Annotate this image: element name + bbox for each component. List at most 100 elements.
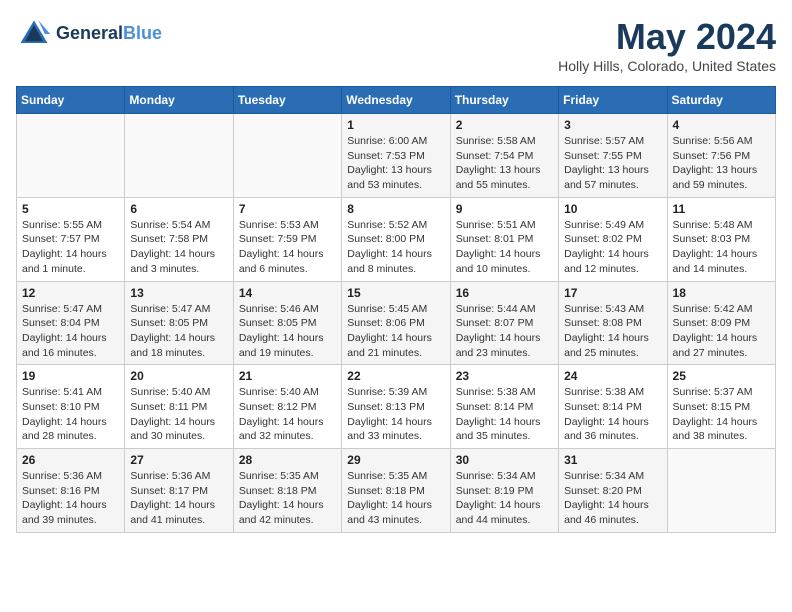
calendar-cell: 1Sunrise: 6:00 AMSunset: 7:53 PMDaylight… <box>342 114 450 198</box>
calendar-cell: 23 Sunrise: 5:38 AMSunset: 8:14 PMDayligh… <box>450 365 558 449</box>
day-number: 6 <box>130 202 227 216</box>
calendar-cell: 27 Sunrise: 5:36 AMSunset: 8:17 PMDayligh… <box>125 449 233 533</box>
day-info: Sunrise: 6:00 AMSunset: 7:53 PMDaylight:… <box>347 134 444 193</box>
day-number: 7 <box>239 202 336 216</box>
calendar-cell: 22 Sunrise: 5:39 AMSunset: 8:13 PMDayligh… <box>342 365 450 449</box>
calendar-week-1: 1Sunrise: 6:00 AMSunset: 7:53 PMDaylight… <box>17 114 776 198</box>
calendar-cell: 20Sunrise: 5:40 AMSunset: 8:11 PMDayligh… <box>125 365 233 449</box>
day-info: Sunrise: 5:40 AMSunset: 8:12 PMDaylight:… <box>239 385 336 444</box>
calendar-week-3: 12 Sunrise: 5:47 AMSunset: 8:04 PMDayligh… <box>17 281 776 365</box>
day-number: 18 <box>673 286 770 300</box>
calendar-cell: 14 Sunrise: 5:46 AMSunset: 8:05 PMDayligh… <box>233 281 341 365</box>
weekday-header-sunday: Sunday <box>17 87 125 114</box>
day-number: 9 <box>456 202 553 216</box>
month-title: May 2024 <box>558 16 776 58</box>
calendar-cell: 29 Sunrise: 5:35 AMSunset: 8:18 PMDayligh… <box>342 449 450 533</box>
day-info: Sunrise: 5:51 AMSunset: 8:01 PMDaylight:… <box>456 218 553 277</box>
calendar-cell: 28 Sunrise: 5:35 AMSunset: 8:18 PMDayligh… <box>233 449 341 533</box>
calendar-cell: 30 Sunrise: 5:34 AMSunset: 8:19 PMDayligh… <box>450 449 558 533</box>
day-info: Sunrise: 5:48 AMSunset: 8:03 PMDaylight:… <box>673 218 770 277</box>
day-info: Sunrise: 5:49 AMSunset: 8:02 PMDaylight:… <box>564 218 661 277</box>
calendar-cell: 15 Sunrise: 5:45 AMSunset: 8:06 PMDayligh… <box>342 281 450 365</box>
day-info: Sunrise: 5:34 AMSunset: 8:20 PMDaylight:… <box>564 469 661 528</box>
weekday-header-friday: Friday <box>559 87 667 114</box>
day-info: Sunrise: 5:47 AMSunset: 8:05 PMDaylight:… <box>130 302 227 361</box>
day-info: Sunrise: 5:53 AMSunset: 7:59 PMDaylight:… <box>239 218 336 277</box>
day-number: 2 <box>456 118 553 132</box>
day-number: 10 <box>564 202 661 216</box>
day-number: 3 <box>564 118 661 132</box>
day-info: Sunrise: 5:34 AMSunset: 8:19 PMDaylight:… <box>456 469 553 528</box>
calendar-cell: 24 Sunrise: 5:38 AMSunset: 8:14 PMDayligh… <box>559 365 667 449</box>
day-number: 4 <box>673 118 770 132</box>
calendar-cell: 13 Sunrise: 5:47 AMSunset: 8:05 PMDayligh… <box>125 281 233 365</box>
calendar-cell: 4 Sunrise: 5:56 AMSunset: 7:56 PMDaylight… <box>667 114 775 198</box>
calendar-cell: 19 Sunrise: 5:41 AMSunset: 8:10 PMDayligh… <box>17 365 125 449</box>
calendar-cell: 7 Sunrise: 5:53 AMSunset: 7:59 PMDaylight… <box>233 197 341 281</box>
calendar-cell <box>233 114 341 198</box>
calendar-cell <box>125 114 233 198</box>
day-number: 17 <box>564 286 661 300</box>
day-number: 21 <box>239 369 336 383</box>
weekday-header-thursday: Thursday <box>450 87 558 114</box>
day-number: 28 <box>239 453 336 467</box>
day-number: 14 <box>239 286 336 300</box>
day-number: 23 <box>456 369 553 383</box>
day-number: 13 <box>130 286 227 300</box>
calendar-cell: 26 Sunrise: 5:36 AMSunset: 8:16 PMDayligh… <box>17 449 125 533</box>
day-info: Sunrise: 5:44 AMSunset: 8:07 PMDaylight:… <box>456 302 553 361</box>
day-info: Sunrise: 5:39 AMSunset: 8:13 PMDaylight:… <box>347 385 444 444</box>
day-info: Sunrise: 5:42 AMSunset: 8:09 PMDaylight:… <box>673 302 770 361</box>
day-info: Sunrise: 5:36 AMSunset: 8:17 PMDaylight:… <box>130 469 227 528</box>
day-number: 25 <box>673 369 770 383</box>
calendar-cell <box>17 114 125 198</box>
calendar-cell: 16 Sunrise: 5:44 AMSunset: 8:07 PMDayligh… <box>450 281 558 365</box>
weekday-header-row: SundayMondayTuesdayWednesdayThursdayFrid… <box>17 87 776 114</box>
weekday-header-monday: Monday <box>125 87 233 114</box>
day-number: 29 <box>347 453 444 467</box>
calendar-cell: 6Sunrise: 5:54 AMSunset: 7:58 PMDaylight… <box>125 197 233 281</box>
day-info: Sunrise: 5:38 AMSunset: 8:14 PMDaylight:… <box>456 385 553 444</box>
calendar-cell: 8Sunrise: 5:52 AMSunset: 8:00 PMDaylight… <box>342 197 450 281</box>
day-number: 31 <box>564 453 661 467</box>
calendar-cell: 10 Sunrise: 5:49 AMSunset: 8:02 PMDayligh… <box>559 197 667 281</box>
title-section: May 2024 Holly Hills, Colorado, United S… <box>558 16 776 74</box>
day-info: Sunrise: 5:46 AMSunset: 8:05 PMDaylight:… <box>239 302 336 361</box>
day-info: Sunrise: 5:43 AMSunset: 8:08 PMDaylight:… <box>564 302 661 361</box>
weekday-header-wednesday: Wednesday <box>342 87 450 114</box>
calendar-table: SundayMondayTuesdayWednesdayThursdayFrid… <box>16 86 776 533</box>
calendar-cell: 3 Sunrise: 5:57 AMSunset: 7:55 PMDaylight… <box>559 114 667 198</box>
day-info: Sunrise: 5:52 AMSunset: 8:00 PMDaylight:… <box>347 218 444 277</box>
day-info: Sunrise: 5:35 AMSunset: 8:18 PMDaylight:… <box>239 469 336 528</box>
day-info: Sunrise: 5:36 AMSunset: 8:16 PMDaylight:… <box>22 469 119 528</box>
day-number: 30 <box>456 453 553 467</box>
day-number: 22 <box>347 369 444 383</box>
location-text: Holly Hills, Colorado, United States <box>558 58 776 74</box>
logo-icon <box>16 16 52 52</box>
day-info: Sunrise: 5:40 AMSunset: 8:11 PMDaylight:… <box>130 385 227 444</box>
day-number: 12 <box>22 286 119 300</box>
day-number: 26 <box>22 453 119 467</box>
day-info: Sunrise: 5:41 AMSunset: 8:10 PMDaylight:… <box>22 385 119 444</box>
calendar-cell: 11 Sunrise: 5:48 AMSunset: 8:03 PMDayligh… <box>667 197 775 281</box>
day-info: Sunrise: 5:57 AMSunset: 7:55 PMDaylight:… <box>564 134 661 193</box>
calendar-cell: 9 Sunrise: 5:51 AMSunset: 8:01 PMDaylight… <box>450 197 558 281</box>
page-header: GeneralBlue May 2024 Holly Hills, Colora… <box>16 16 776 74</box>
day-number: 16 <box>456 286 553 300</box>
logo-text: GeneralBlue <box>56 24 162 44</box>
day-info: Sunrise: 5:47 AMSunset: 8:04 PMDaylight:… <box>22 302 119 361</box>
day-info: Sunrise: 5:45 AMSunset: 8:06 PMDaylight:… <box>347 302 444 361</box>
day-info: Sunrise: 5:35 AMSunset: 8:18 PMDaylight:… <box>347 469 444 528</box>
day-info: Sunrise: 5:38 AMSunset: 8:14 PMDaylight:… <box>564 385 661 444</box>
calendar-cell: 17 Sunrise: 5:43 AMSunset: 8:08 PMDayligh… <box>559 281 667 365</box>
day-number: 19 <box>22 369 119 383</box>
calendar-cell: 21 Sunrise: 5:40 AMSunset: 8:12 PMDayligh… <box>233 365 341 449</box>
day-number: 27 <box>130 453 227 467</box>
calendar-cell: 31 Sunrise: 5:34 AMSunset: 8:20 PMDayligh… <box>559 449 667 533</box>
day-info: Sunrise: 5:55 AMSunset: 7:57 PMDaylight:… <box>22 218 119 277</box>
calendar-week-5: 26 Sunrise: 5:36 AMSunset: 8:16 PMDayligh… <box>17 449 776 533</box>
day-number: 11 <box>673 202 770 216</box>
day-info: Sunrise: 5:56 AMSunset: 7:56 PMDaylight:… <box>673 134 770 193</box>
day-number: 24 <box>564 369 661 383</box>
day-number: 15 <box>347 286 444 300</box>
